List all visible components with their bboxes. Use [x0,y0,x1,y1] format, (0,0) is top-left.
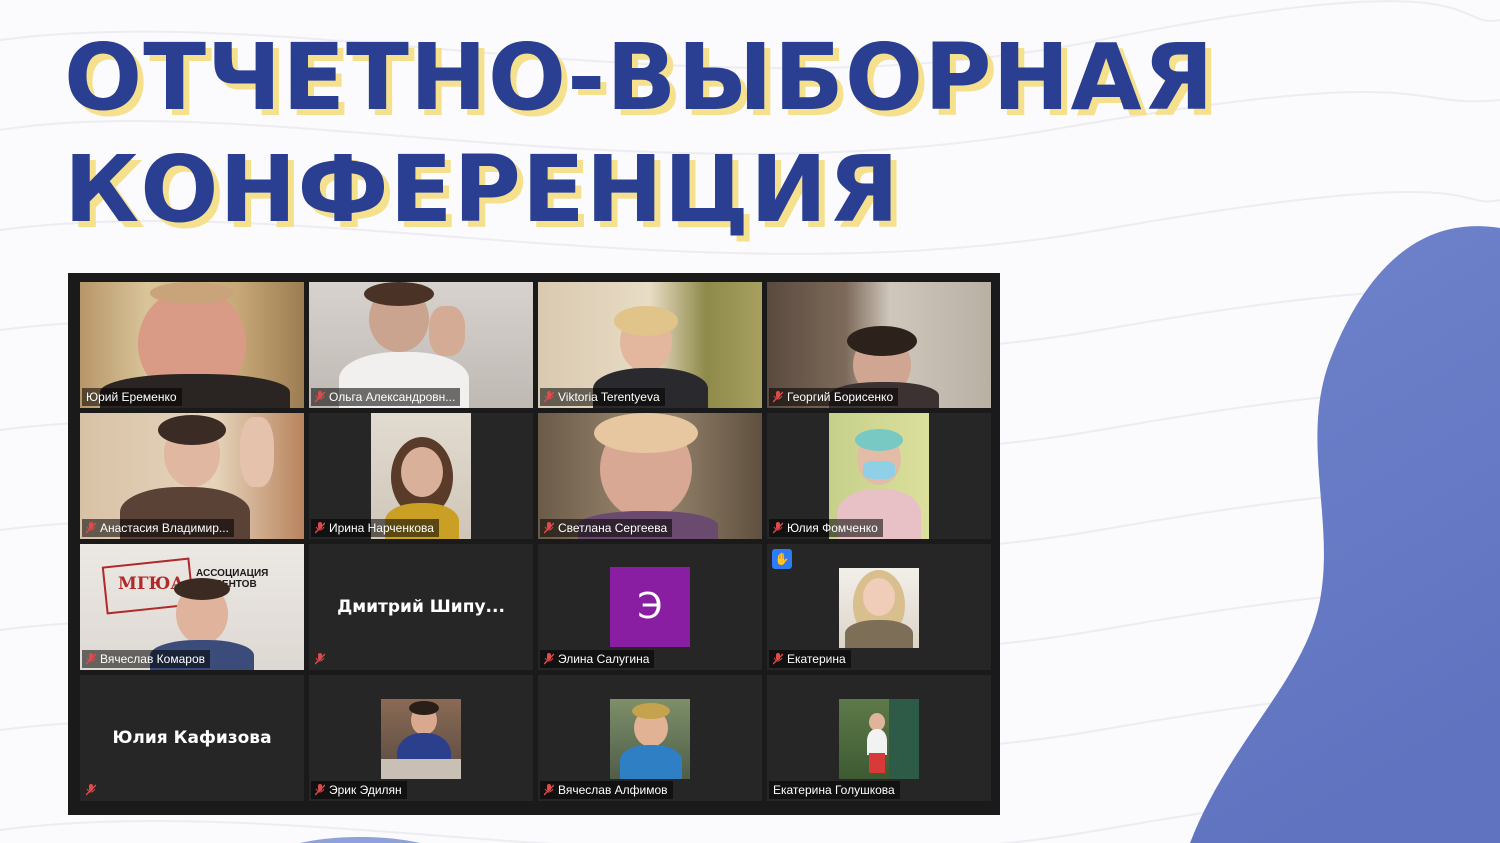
participant-name-tag: Вячеслав Комаров [82,650,210,668]
participant-name-tag: Екатерина Голушкова [769,781,900,799]
participant-tile[interactable]: Эрик Эдилян [309,675,533,801]
participant-name-tag: Ольга Александровн... [311,388,461,406]
participant-tile[interactable]: ✋ Екатерина [767,544,991,670]
participant-name: Георгий Борисенко [787,390,894,404]
participant-name-tag [311,650,330,668]
participant-tile[interactable]: Дмитрий Шипу... [309,544,533,670]
participant-name-tag: Георгий Борисенко [769,388,899,406]
slide: ОТЧЕТНО-ВЫБОРНАЯ КОНФЕРЕНЦИЯ Юрий Еремен… [0,0,1500,843]
title-line-2: КОНФЕРЕНЦИЯ [64,136,900,243]
mic-muted-icon [773,522,783,534]
participant-name-tag: Элина Салугина [540,650,655,668]
participant-name: Вячеслав Алфимов [558,783,668,797]
mic-muted-icon [86,653,96,665]
mic-muted-icon [315,391,325,403]
participant-display-name: Дмитрий Шипу... [337,597,505,617]
mic-muted-icon [773,653,783,665]
participant-tile[interactable]: Юлия Кафизова [80,675,304,801]
participant-name-tag: Ирина Нарченкова [311,519,439,537]
participant-tile[interactable]: Ирина Нарченкова [309,413,533,539]
participant-tile[interactable]: Екатерина Голушкова [767,675,991,801]
participant-name-tag: Юрий Еременко [82,388,182,406]
participant-name-tag: Юлия Фомченко [769,519,883,537]
title-line-1: ОТЧЕТНО-ВЫБОРНАЯ [64,24,1215,131]
participant-tile[interactable]: Светлана Сергеева [538,413,762,539]
participant-name: Элина Салугина [558,652,650,666]
mic-muted-icon [544,391,554,403]
participant-tile[interactable]: МГЮА АССОЦИАЦИЯ СТУДЕНТОВ Вячеслав Комар… [80,544,304,670]
participant-tile[interactable]: Ольга Александровн... [309,282,533,408]
participant-photo [839,699,919,779]
participant-name: Екатерина Голушкова [773,783,895,797]
avatar: Э [610,567,690,647]
participant-name: Ирина Нарченкова [329,521,434,535]
mic-muted-icon [544,653,554,665]
participant-name-tag [82,781,101,799]
mic-muted-icon [86,522,96,534]
page-title: ОТЧЕТНО-ВЫБОРНАЯ КОНФЕРЕНЦИЯ [64,22,1215,246]
participant-tile[interactable]: Георгий Борисенко [767,282,991,408]
participant-photo [381,699,461,779]
participant-name: Ольга Александровн... [329,390,456,404]
participant-name: Юрий Еременко [86,390,177,404]
participant-tile[interactable]: Viktoria Terentyeva [538,282,762,408]
mic-muted-icon [544,784,554,796]
participant-tile[interactable]: Вячеслав Алфимов [538,675,762,801]
participant-tile[interactable]: Анастасия Владимир... [80,413,304,539]
participant-tile[interactable]: Э Элина Салугина [538,544,762,670]
participant-grid: Юрий Еременко Ольга Александровн... Vikt… [80,282,991,801]
participant-name: Вячеслав Комаров [100,652,205,666]
mic-muted-icon [86,784,96,796]
mic-muted-icon [315,522,325,534]
participant-name-tag: Эрик Эдилян [311,781,407,799]
participant-name-tag: Viktoria Terentyeva [540,388,665,406]
participant-name: Екатерина [787,652,846,666]
participant-name: Светлана Сергеева [558,521,668,535]
participant-photo [839,568,919,648]
participant-photo [610,699,690,779]
video-conference-gallery: Юрий Еременко Ольга Александровн... Vikt… [68,273,1000,815]
participant-name: Viktoria Terentyeva [558,390,660,404]
participant-display-name: Юлия Кафизова [112,728,272,748]
participant-name-tag: Светлана Сергеева [540,519,673,537]
participant-name: Эрик Эдилян [329,783,402,797]
mic-muted-icon [315,784,325,796]
participant-name-tag: Екатерина [769,650,851,668]
mic-muted-icon [315,653,325,665]
participant-name: Анастасия Владимир... [100,521,229,535]
mic-muted-icon [773,391,783,403]
participant-tile[interactable]: Юрий Еременко [80,282,304,408]
participant-name-tag: Анастасия Владимир... [82,519,234,537]
mic-muted-icon [544,522,554,534]
participant-name: Юлия Фомченко [787,521,878,535]
participant-name-tag: Вячеслав Алфимов [540,781,673,799]
participant-tile[interactable]: Юлия Фомченко [767,413,991,539]
raised-hand-icon: ✋ [772,549,792,569]
